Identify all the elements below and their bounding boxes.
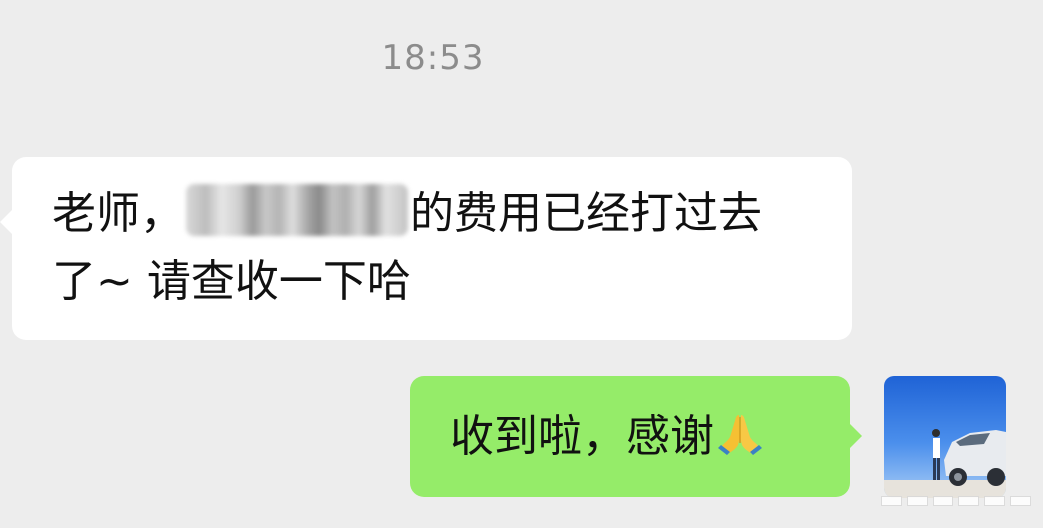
user-avatar[interactable] <box>884 376 1006 498</box>
watermark <box>881 496 1031 506</box>
folded-hands-emoji-icon <box>716 382 764 455</box>
incoming-text-after-redaction: 的费用已经打过去 <box>410 188 762 239</box>
incoming-message-line-1: 老师， 的费用已经打过去 <box>52 180 812 248</box>
avatar-photo-icon <box>884 376 1006 498</box>
incoming-message-line-2: 了~ 请查收一下哈 <box>52 248 812 316</box>
outgoing-message-text: 收到啦，感谢 <box>450 411 714 462</box>
redacted-mosaic <box>186 184 408 236</box>
incoming-message-bubble[interactable]: 老师， 的费用已经打过去 了~ 请查收一下哈 <box>0 157 852 340</box>
incoming-text-line-2: 了~ 请查收一下哈 <box>52 256 411 307</box>
outgoing-message-bubble[interactable]: 收到啦，感谢 <box>410 376 862 497</box>
incoming-text-before-redaction: 老师， <box>52 188 184 239</box>
message-timestamp: 18:53 <box>381 38 485 78</box>
